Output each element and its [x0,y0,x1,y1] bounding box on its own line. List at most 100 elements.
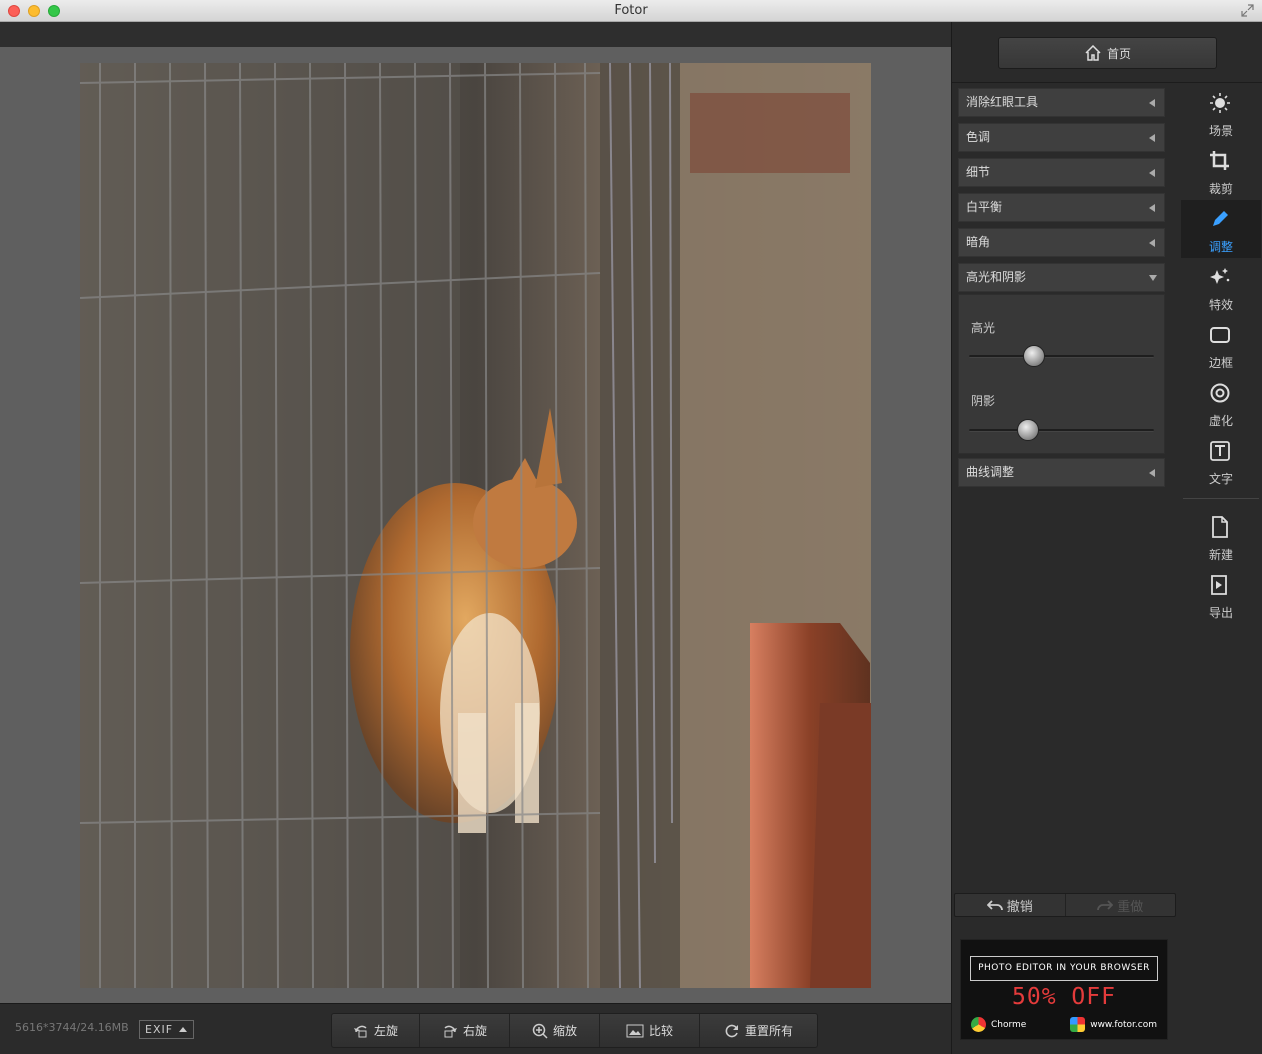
zoom-button[interactable]: 缩放 [510,1014,600,1047]
promo-url-label: www.fotor.com [1090,1019,1157,1030]
sun-icon [1210,93,1230,113]
promo-browser-label: Chorme [991,1019,1027,1030]
crop-icon [1210,151,1229,170]
zoom-label: 缩放 [552,1024,577,1038]
sidebar-item-text[interactable]: 文字 [1181,432,1261,490]
sidebar-item-crop[interactable]: 裁剪 [1181,142,1261,200]
home-button[interactable]: 首页 [998,37,1217,69]
fullscreen-icon[interactable] [1241,4,1254,17]
promo-banner[interactable]: PHOTO EDITOR IN YOUR BROWSER 50% OFF Cho… [960,939,1168,1040]
collapse-arrow-icon [1149,169,1155,177]
window-title: Fotor [614,3,648,18]
redo-label: 重做 [1117,899,1144,915]
sidebar-item-blur[interactable]: 虚化 [1181,374,1261,432]
highlights-slider[interactable] [969,345,1154,367]
zoom-icon [532,1023,548,1039]
redo-button[interactable]: 重做 [1066,894,1176,916]
accordion-detail[interactable]: 细节 [958,158,1165,187]
fotor-logo-icon [1070,1017,1086,1032]
accordion-highlights-shadows[interactable]: 高光和阴影 [958,263,1165,292]
sidebar-item-label: 调整 [1208,240,1233,254]
frame-icon [1210,327,1230,343]
accordion-curves[interactable]: 曲线调整 [958,458,1165,487]
right-panel: 首页 消除红眼工具 色调 细节 白平衡 暗角 高光和阴影 高光 阴影 曲线调整 … [951,22,1262,1054]
pencil-icon [1213,211,1228,226]
sidebar-item-label: 场景 [1208,124,1233,138]
sidebar-item-label: 新建 [1208,548,1233,562]
accordion-tone[interactable]: 色调 [958,123,1165,152]
exif-label: EXIF [145,1023,174,1036]
accordion-white-balance[interactable]: 白平衡 [958,193,1165,222]
shadows-label: 阴影 [971,394,996,408]
rotate-left-icon [353,1025,367,1037]
sparkle-icon [1210,268,1230,284]
panel-divider [952,82,1262,83]
accordion-red-eye[interactable]: 消除红眼工具 [958,88,1165,117]
accordion-label: 暗角 [966,235,991,249]
collapse-arrow-icon [1149,469,1155,477]
sidebar-item-frames[interactable]: 边框 [1181,316,1261,374]
promo-browser: Chorme [971,1017,1026,1032]
sidebar-item-label: 导出 [1208,606,1233,620]
promo-offer: 50% OFF [1012,984,1116,1010]
promo-headline: PHOTO EDITOR IN YOUR BROWSER [970,956,1158,981]
reset-all-button[interactable]: 重置所有 [700,1014,817,1047]
highlights-label: 高光 [971,321,996,335]
shadows-slider[interactable] [969,419,1154,441]
sidebar-item-export[interactable]: 导出 [1181,566,1261,624]
sidebar-item-label: 文字 [1208,472,1233,486]
accordion-label: 高光和阴影 [966,270,1027,284]
home-icon [1085,45,1101,61]
canvas-area [0,22,951,1003]
rotate-left-button[interactable]: 左旋 [332,1014,420,1047]
compare-label: 比较 [648,1024,673,1038]
accordion-label: 白平衡 [966,200,1003,214]
compare-icon [626,1024,644,1037]
rotate-left-label: 左旋 [373,1024,398,1038]
undo-icon [986,900,1003,911]
redo-icon [1097,900,1114,911]
highlights-slider-thumb[interactable] [1022,345,1045,367]
rotate-right-icon [444,1025,457,1037]
sidebar-item-label: 特效 [1208,298,1233,312]
bottom-toolbar: 5616*3744/24.16MB EXIF 左旋 右旋 缩放 比较 重置所有 [0,1003,951,1054]
chrome-logo-icon [971,1017,986,1032]
sidebar-item-scene[interactable]: 场景 [1181,84,1261,142]
sidebar-item-adjust[interactable]: 调整 [1181,200,1261,258]
title-bar: Fotor [0,0,1262,22]
shadows-slider-thumb[interactable] [1017,419,1040,441]
undo-label: 撤销 [1006,899,1033,915]
rotate-right-button[interactable]: 右旋 [420,1014,510,1047]
sidebar-item-label: 裁剪 [1208,182,1233,196]
sidebar-item-new[interactable]: 新建 [1181,508,1261,566]
export-icon [1211,575,1227,595]
promo-url: www.fotor.com [1070,1017,1157,1032]
tool-sidebar: 场景 裁剪 调整 特效 边框 虚化 文字 新建 导出 [1181,84,1262,644]
accordion-vignette[interactable]: 暗角 [958,228,1165,257]
compare-button[interactable]: 比较 [600,1014,700,1047]
collapse-arrow-icon [1149,239,1155,247]
sidebar-item-effects[interactable]: 特效 [1181,258,1261,316]
home-label: 首页 [1106,46,1131,61]
reset-icon [725,1024,738,1037]
photo-image [80,63,871,988]
photo-canvas[interactable] [80,63,871,988]
sidebar-item-label: 边框 [1208,356,1233,370]
rotate-right-label: 右旋 [462,1024,487,1038]
highlights-shadows-panel: 高光 阴影 [958,294,1165,454]
reset-all-label: 重置所有 [744,1024,793,1038]
accordion-label: 色调 [966,130,991,144]
accordion-label: 细节 [966,165,991,179]
expand-arrow-icon [1149,275,1157,281]
collapse-arrow-icon [1149,134,1155,142]
new-file-icon [1212,516,1228,538]
undo-button[interactable]: 撤销 [955,894,1066,916]
text-icon [1210,441,1230,461]
view-tool-group: 左旋 右旋 缩放 比较 重置所有 [331,1013,818,1048]
accordion-label: 曲线调整 [966,465,1015,479]
accordion-label: 消除红眼工具 [966,95,1039,109]
history-bar: 撤销 重做 [954,893,1176,917]
sidebar-divider [1183,498,1259,499]
exif-button[interactable]: EXIF [139,1020,194,1039]
collapse-arrow-icon [1149,99,1155,107]
